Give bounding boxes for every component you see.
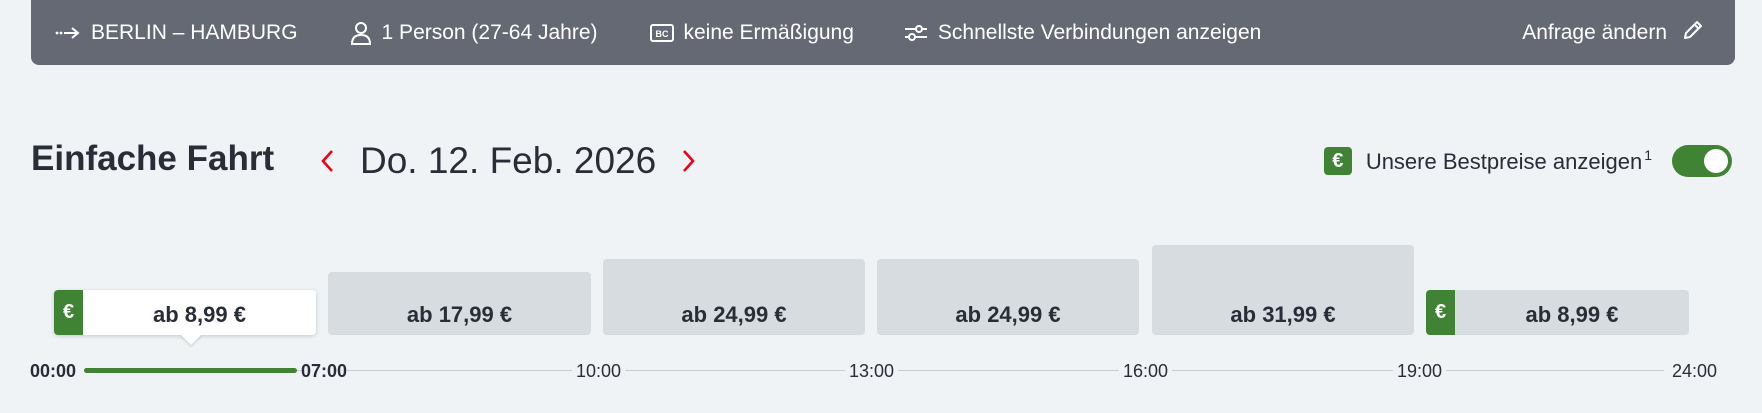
price-slot-4[interactable]: ab 31,99 € xyxy=(1152,245,1414,335)
passenger-summary: 1 Person (27-64 Jahre) xyxy=(350,0,598,65)
selected-slot-pointer xyxy=(180,334,202,345)
euro-icon: € xyxy=(54,290,83,335)
euro-icon: € xyxy=(1323,147,1352,175)
slot-price: ab 17,99 € xyxy=(406,302,513,327)
trip-type-title: Einfache Fahrt xyxy=(31,139,275,178)
pencil-icon xyxy=(1681,18,1705,48)
discount-label: keine Ermäßigung xyxy=(683,20,854,44)
search-summary-bar: BERLIN – HAMBURG 1 Person (27-64 Jahre) … xyxy=(31,0,1735,65)
selected-date[interactable]: Do. 12. Feb. 2026 xyxy=(360,140,656,182)
tick-label: 13:00 xyxy=(845,361,899,382)
person-icon xyxy=(350,21,372,45)
time-axis: 00:00 07:00 10:00 13:00 16:00 19:00 24:0… xyxy=(0,355,1762,385)
chevron-left-icon xyxy=(321,150,333,172)
route-label: BERLIN – HAMBURG xyxy=(91,20,298,44)
edit-request-button[interactable]: Anfrage ändern xyxy=(1522,0,1705,65)
toggle-knob xyxy=(1704,149,1728,173)
price-slot-3[interactable]: ab 24,99 € xyxy=(877,259,1139,335)
slot-price: ab 31,99 € xyxy=(1230,302,1336,327)
selected-time-range xyxy=(84,368,297,373)
bestprice-toggle-row: € Unsere Bestpreise anzeigen 1 xyxy=(1323,144,1732,178)
price-slot-0[interactable]: € ab 8,99 € xyxy=(54,290,316,335)
price-slot-1[interactable]: ab 17,99 € xyxy=(328,272,591,335)
slot-price: ab 24,99 € xyxy=(955,302,1061,327)
edit-request-label: Anfrage ändern xyxy=(1522,20,1667,44)
bestprice-label-text: Unsere Bestpreise anzeigen xyxy=(1365,149,1643,174)
tick-label: 24:00 xyxy=(1668,361,1718,382)
price-slot-2[interactable]: ab 24,99 € xyxy=(603,259,865,335)
bahncard-badge-text: BC xyxy=(655,29,668,39)
bestprice-label: Unsere Bestpreise anzeigen 1 xyxy=(1366,147,1652,175)
tick-label: 10:00 xyxy=(572,361,626,382)
bahncard-icon: BC xyxy=(649,23,674,42)
slot-price: ab 24,99 € xyxy=(681,302,787,327)
next-day-button[interactable] xyxy=(672,139,706,183)
slot-price: ab 8,99 € xyxy=(153,302,246,327)
filter-summary: Schnellste Verbindungen anzeigen xyxy=(904,0,1261,65)
route-summary: BERLIN – HAMBURG xyxy=(55,0,298,65)
tick-label: 19:00 xyxy=(1393,361,1447,382)
tick-label: 16:00 xyxy=(1119,361,1173,382)
euro-icon: € xyxy=(1426,290,1455,335)
tick-label: 00:00 xyxy=(30,361,77,382)
tick-label: 07:00 xyxy=(301,361,348,382)
passenger-label: 1 Person (27-64 Jahre) xyxy=(381,20,598,44)
bestprice-toggle[interactable] xyxy=(1672,145,1732,177)
slot-price: ab 8,99 € xyxy=(1525,302,1619,327)
previous-day-button[interactable] xyxy=(310,139,344,183)
filter-label: Schnellste Verbindungen anzeigen xyxy=(937,20,1262,44)
price-slot-5[interactable]: € ab 8,99 € xyxy=(1426,290,1689,335)
discount-summary: BC keine Ermäßigung xyxy=(649,0,854,65)
route-arrow-icon xyxy=(55,26,81,40)
date-navigation: Do. 12. Feb. 2026 xyxy=(310,135,706,187)
bestprice-footnote[interactable]: 1 xyxy=(1644,147,1652,163)
chevron-right-icon xyxy=(683,150,695,172)
sliders-icon xyxy=(904,23,928,43)
